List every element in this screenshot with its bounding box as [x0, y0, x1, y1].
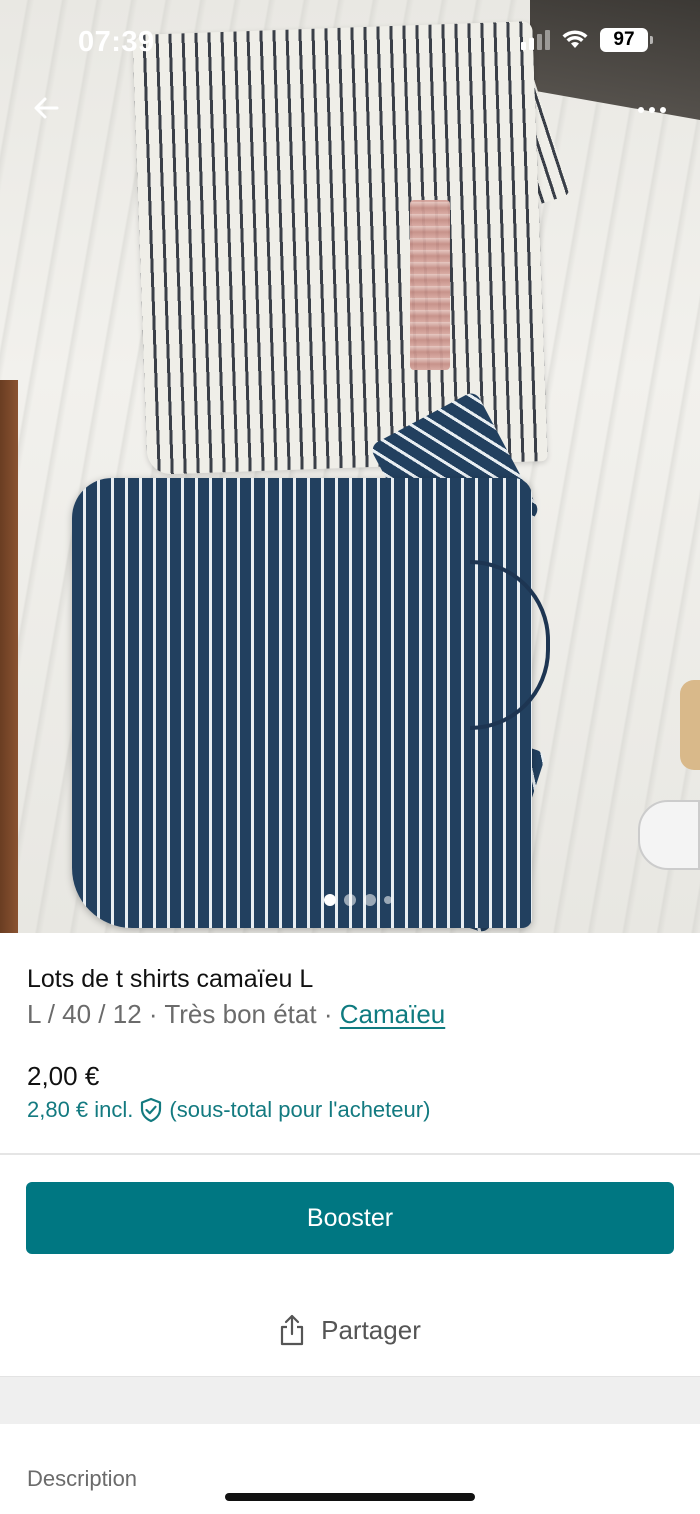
photo-item-right-white: [638, 800, 700, 870]
carousel-dot-active: [324, 894, 336, 906]
signal-icon: [521, 30, 550, 50]
more-options-button[interactable]: [630, 90, 674, 130]
home-indicator[interactable]: [225, 1493, 475, 1501]
listing-title: Lots de t shirts camaïeu L: [27, 965, 314, 993]
brand-link[interactable]: Camaïeu: [340, 999, 446, 1029]
booster-button[interactable]: Booster: [26, 1182, 674, 1254]
share-button[interactable]: Partager: [0, 1293, 700, 1367]
photo-shirt-print: [410, 200, 450, 370]
listing-size: L / 40 / 12: [27, 999, 142, 1029]
wifi-icon: [562, 30, 588, 48]
meta-separator: ·: [323, 999, 333, 1029]
carousel-indicator: [324, 894, 392, 906]
listing-price: 2,00 €: [27, 1061, 100, 1091]
photo-background-floor: [530, 0, 700, 120]
back-button[interactable]: [26, 88, 66, 128]
photo-item-right: [680, 680, 700, 770]
carousel-dot: [384, 896, 392, 904]
status-time: 07:39: [78, 26, 155, 58]
buyer-price-row[interactable]: 2,80 € incl. (sous-total pour l'acheteur…: [27, 1097, 430, 1123]
listing-meta: L / 40 / 12 · Très bon état · Camaïeu: [27, 999, 445, 1030]
divider: [0, 1153, 700, 1155]
meta-separator: ·: [148, 999, 158, 1029]
photo-shirt-dark: [72, 478, 532, 928]
listing-condition: Très bon état: [164, 999, 317, 1029]
photo-background-wood: [0, 380, 18, 933]
buyer-price: 2,80 € incl.: [27, 1097, 134, 1122]
carousel-dot: [364, 894, 376, 906]
section-separator: [0, 1376, 700, 1424]
buyer-note: (sous-total pour l'acheteur): [169, 1097, 431, 1122]
back-arrow-icon: [34, 97, 59, 119]
more-icon: [638, 107, 644, 113]
photo-shirt-neckline: [470, 560, 550, 730]
share-label: Partager: [321, 1314, 421, 1345]
shield-check-icon: [141, 1097, 162, 1123]
carousel-dot: [344, 894, 356, 906]
status-icons: 97: [521, 28, 653, 52]
description-label: Description: [27, 1466, 138, 1491]
product-photo[interactable]: [0, 0, 700, 933]
battery-icon: 97: [600, 28, 653, 52]
photo-shirt-light: [132, 21, 548, 475]
share-icon: [281, 1314, 304, 1346]
